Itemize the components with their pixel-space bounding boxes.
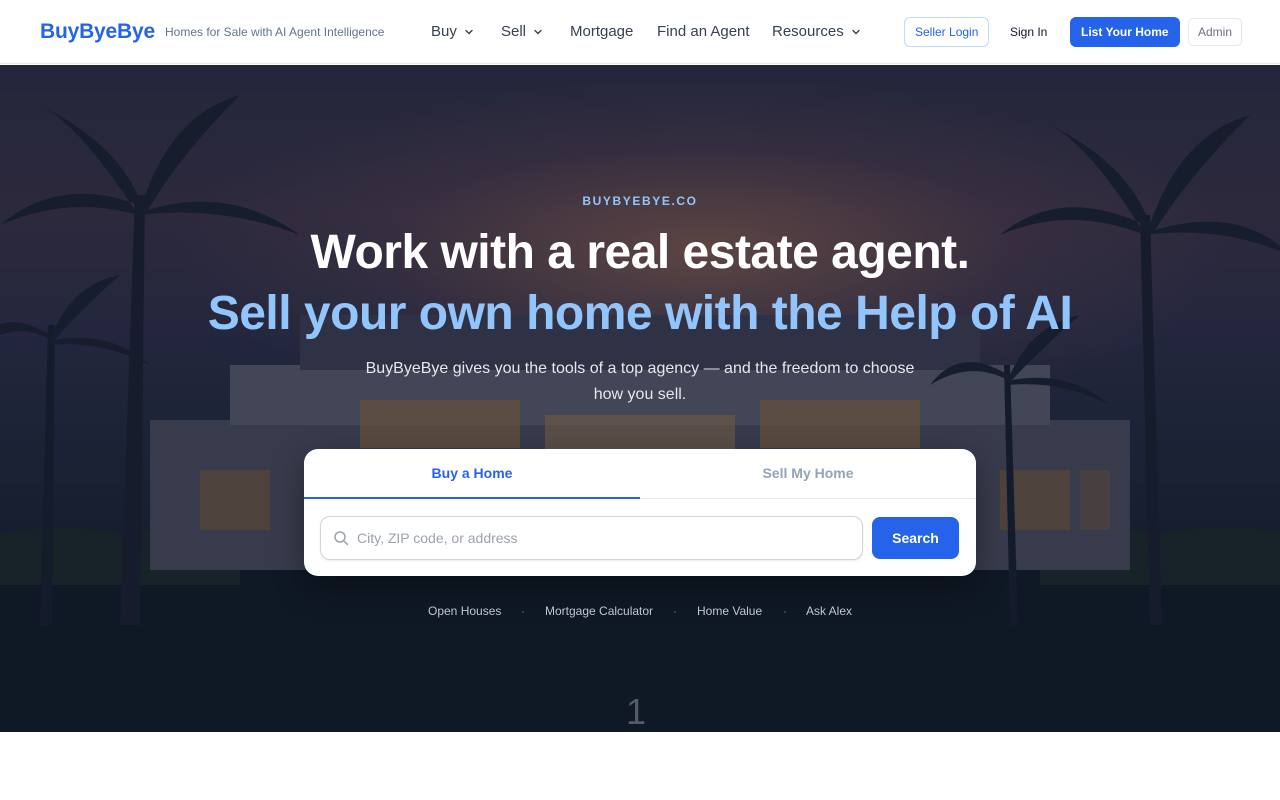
site-tagline: Homes for Sale with AI Agent Intelligenc… [165, 25, 385, 39]
quick-link-separator: · [783, 604, 787, 618]
nav-mortgage-label: Mortgage [570, 23, 634, 40]
nav-buy[interactable]: Buy [431, 23, 475, 40]
seller-login-button[interactable]: Seller Login [904, 17, 990, 47]
quick-link-open-houses[interactable]: Open Houses [428, 604, 501, 618]
quick-link-ask-alex[interactable]: Ask Alex [806, 604, 852, 618]
search-button[interactable]: Search [872, 517, 959, 559]
search-input[interactable] [357, 517, 857, 559]
hero-headline-accent: Sell your own home with the Help of AI [207, 287, 1073, 340]
search-card: Buy a Home Sell My Home Search [304, 449, 976, 576]
search-field[interactable] [320, 516, 863, 560]
site-logo[interactable]: BuyByeBye [40, 20, 155, 44]
hero-section: BUYBYEBYE.CO Work with a real estate age… [0, 65, 1280, 732]
chevron-down-icon [852, 29, 860, 34]
list-your-home-button[interactable]: List Your Home [1070, 17, 1180, 47]
nav-sell[interactable]: Sell [501, 23, 544, 40]
nav-resources[interactable]: Resources [772, 23, 862, 40]
quick-link-home-value[interactable]: Home Value [697, 604, 762, 618]
hero-subtitle: BuyByeBye gives you the tools of a top a… [365, 360, 915, 403]
quick-link-separator: · [521, 604, 525, 618]
nav-buy-label: Buy [431, 23, 457, 40]
hero-headline: Work with a real estate agent. [310, 226, 971, 279]
tab-sell-my-home[interactable]: Sell My Home [640, 449, 976, 499]
nav-find-agent[interactable]: Find an Agent [657, 23, 750, 40]
chevron-down-icon [465, 29, 473, 34]
hero-eyebrow: BUYBYEBYE.CO [582, 194, 698, 208]
tab-buy-a-home[interactable]: Buy a Home [304, 449, 640, 499]
page-indicator: 1 [625, 691, 647, 732]
nav-resources-label: Resources [772, 23, 844, 40]
nav-find-agent-label: Find an Agent [657, 23, 750, 40]
quick-link-separator: · [673, 604, 677, 618]
nav-mortgage[interactable]: Mortgage [570, 23, 633, 40]
site-header: BuyByeBye Homes for Sale with AI Agent I… [0, 0, 1280, 64]
search-icon [334, 531, 349, 546]
chevron-down-icon [534, 29, 542, 34]
quick-link-mortgage-calculator[interactable]: Mortgage Calculator [545, 604, 653, 618]
admin-button[interactable]: Admin [1188, 18, 1243, 46]
nav-sell-label: Sell [501, 23, 527, 40]
sign-in-button[interactable]: Sign In [1010, 17, 1047, 47]
